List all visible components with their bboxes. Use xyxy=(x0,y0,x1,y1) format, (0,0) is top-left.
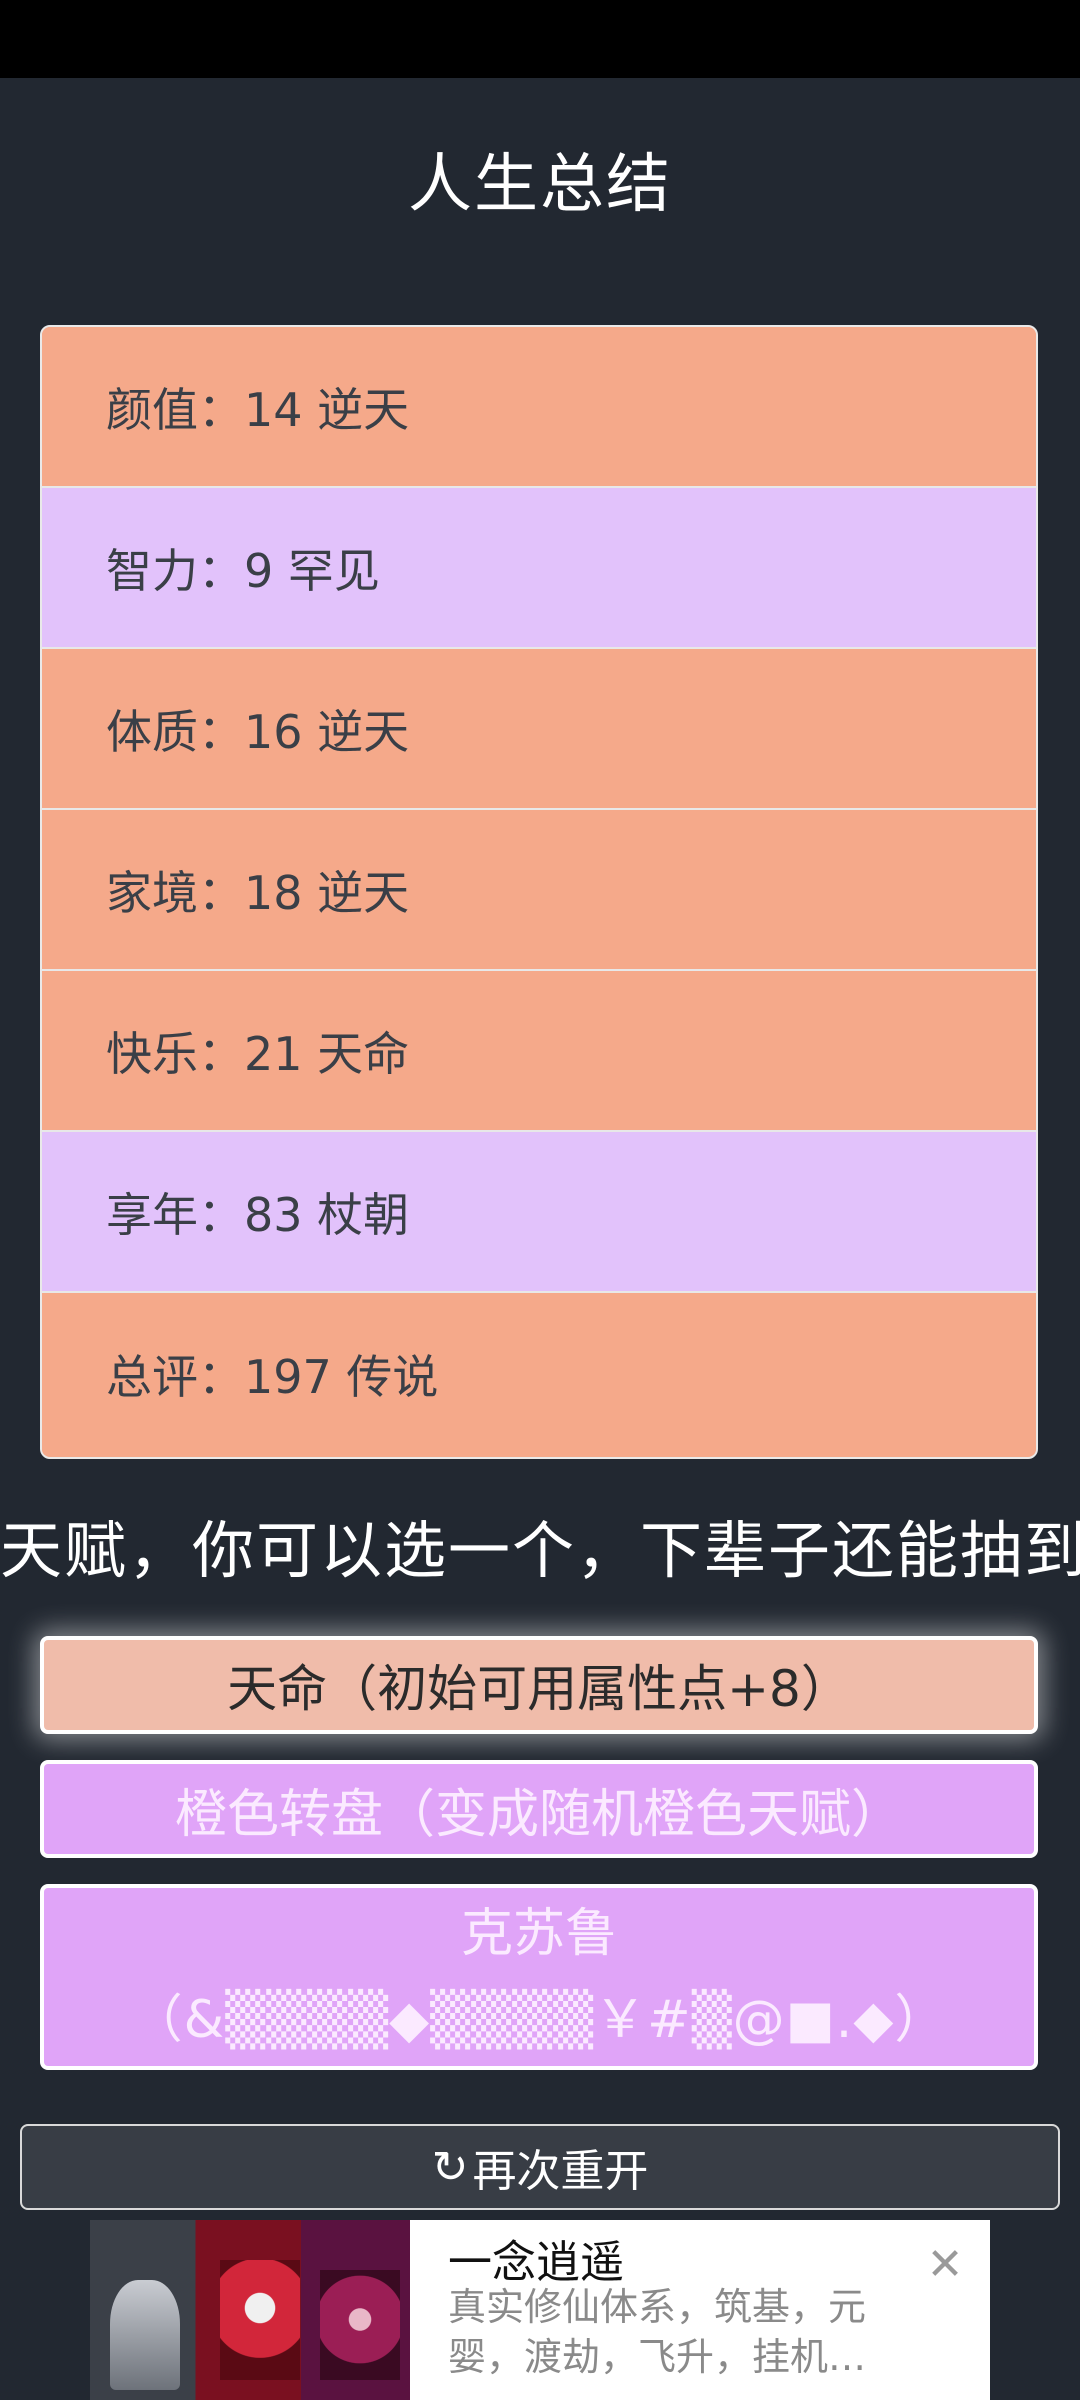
talent-option-orange-wheel[interactable]: 橙色转盘（变成随机橙色天赋） xyxy=(40,1760,1038,1858)
summary-row-label: 家境：18 逆天 xyxy=(106,865,410,920)
ad-banner[interactable]: 一念逍遥 真实修仙体系，筑基，元婴，渡劫，飞升，挂机… ✕ xyxy=(90,2220,990,2400)
talent-option-cthulhu[interactable]: 克苏鲁 （&▒▒▒▒◆▒▒▒▒￥#▒@■.◆） xyxy=(40,1884,1038,2070)
talent-label-garbled: （&▒▒▒▒◆▒▒▒▒￥#▒@■.◆） xyxy=(130,1990,948,2050)
summary-row-label: 体质：16 逆天 xyxy=(106,704,410,759)
ad-image xyxy=(90,2220,410,2400)
summary-row-lifespan: 享年：83 杖朝 xyxy=(42,1132,1036,1293)
page-title: 人生总结 xyxy=(408,148,672,222)
talent-prompt: 天赋，你可以选一个，下辈子还能抽到 xyxy=(0,1514,1080,1587)
summary-row-family: 家境：18 逆天 xyxy=(42,810,1036,971)
life-summary-card: 颜值：14 逆天 智力：9 罕见 体质：16 逆天 家境：18 逆天 快乐：21… xyxy=(40,325,1038,1459)
ad-image-figure xyxy=(110,2280,180,2390)
summary-row-label: 快乐：21 天命 xyxy=(106,1026,410,1081)
status-bar xyxy=(0,0,1080,78)
talent-option-destiny[interactable]: 天命（初始可用属性点+8） xyxy=(40,1636,1038,1734)
refresh-icon: ↻ xyxy=(431,2141,469,2193)
summary-row-constitution: 体质：16 逆天 xyxy=(42,649,1036,810)
summary-row-label: 总评：197 传说 xyxy=(106,1350,439,1404)
summary-row-appearance: 颜值：14 逆天 xyxy=(42,327,1036,488)
summary-row-label: 颜值：14 逆天 xyxy=(106,382,410,437)
summary-row-label: 享年：83 杖朝 xyxy=(106,1187,410,1242)
summary-row-intelligence: 智力：9 罕见 xyxy=(42,488,1036,649)
ad-description: 真实修仙体系，筑基，元婴，渡劫，飞升，挂机… xyxy=(448,2285,867,2379)
talent-label: 天命（初始可用属性点+8） xyxy=(227,1660,851,1718)
summary-row-total: 总评：197 传说 xyxy=(42,1293,1036,1455)
talent-label: 橙色转盘（变成随机橙色天赋） xyxy=(174,1784,903,1845)
summary-row-happiness: 快乐：21 天命 xyxy=(42,971,1036,1132)
restart-button[interactable]: ↻ 再次重开 xyxy=(20,2124,1060,2210)
ad-image-figure xyxy=(220,2260,300,2380)
talent-label-title: 克苏鲁 xyxy=(460,1904,617,1964)
close-icon[interactable]: ✕ xyxy=(920,2240,970,2290)
summary-row-label: 智力：9 罕见 xyxy=(106,543,380,598)
ad-image-figure xyxy=(320,2270,400,2380)
restart-label: 再次重开 xyxy=(472,2146,649,2197)
ad-title: 一念逍遥 xyxy=(448,2237,624,2288)
